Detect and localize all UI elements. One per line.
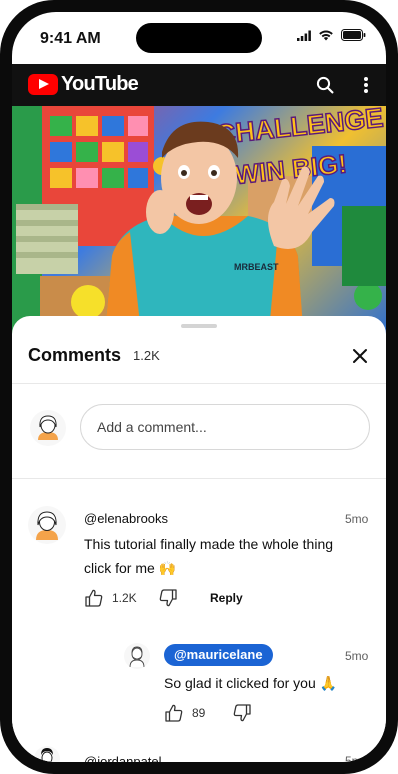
shirt-logo-text: MRBEAST	[234, 262, 279, 272]
close-icon[interactable]	[350, 346, 370, 366]
youtube-play-icon	[28, 74, 58, 95]
screen: 9:41 AM YouTube CHALLENGE WIN BIG! MRBEA…	[12, 12, 386, 762]
comment-text: So glad it clicked for you 🙏	[164, 675, 338, 691]
thumbs-down-icon[interactable]	[232, 703, 252, 723]
dynamic-island	[136, 23, 262, 53]
phone-frame: 9:41 AM YouTube CHALLENGE WIN BIG! MRBEA…	[0, 0, 398, 774]
thumbs-up-icon[interactable]	[84, 588, 104, 608]
reply-button[interactable]: Reply	[210, 591, 243, 605]
more-vert-icon[interactable]	[363, 76, 369, 94]
youtube-logo-text: YouTube	[61, 73, 139, 95]
status-time: 9:41 AM	[40, 30, 101, 47]
add-comment-input[interactable]	[80, 404, 370, 450]
status-icons	[297, 29, 366, 41]
comment-time: 5mo	[345, 649, 369, 663]
search-icon[interactable]	[316, 76, 334, 94]
divider	[12, 478, 386, 479]
commenter-avatar[interactable]	[34, 746, 60, 762]
banner-challenge-text: CHALLENGE	[214, 106, 384, 150]
comments-title: Comments	[28, 345, 122, 365]
thumbs-down-icon[interactable]	[158, 588, 178, 608]
comment-time: 5mo	[345, 512, 369, 526]
comment-text-line1: This tutorial finally made the whole thi…	[84, 536, 334, 552]
youtube-app-bar: YouTube	[12, 64, 386, 106]
like-count: 89	[192, 706, 206, 720]
status-bar: 9:41 AM	[12, 12, 386, 64]
comments-count: 1.2K	[133, 348, 160, 363]
video-thumbnail: CHALLENGE WIN BIG! MRBEAST	[12, 106, 386, 342]
like-count: 1.2K	[112, 591, 137, 605]
comment-author[interactable]: @jordanpatel	[84, 754, 162, 762]
youtube-logo[interactable]: YouTube	[28, 73, 139, 96]
video-player[interactable]: CHALLENGE WIN BIG! MRBEAST	[12, 106, 386, 342]
commenter-avatar[interactable]	[28, 506, 66, 544]
battery-icon	[341, 29, 366, 41]
current-user-avatar	[30, 410, 66, 446]
divider	[12, 383, 386, 384]
signal-icon	[297, 30, 311, 41]
comment-text-line2: click for me 🙌	[84, 560, 177, 576]
comment-author[interactable]: @mauricelane	[164, 644, 273, 666]
commenter-avatar[interactable]	[124, 643, 150, 669]
wifi-icon	[319, 30, 333, 41]
comment-time: 5m	[345, 754, 362, 762]
drag-handle[interactable]	[181, 324, 217, 328]
comment-author[interactable]: @elenabrooks	[84, 511, 168, 526]
comments-sheet: Comments 1.2K Add a comment... @elenabro…	[12, 316, 386, 762]
thumbs-up-icon[interactable]	[164, 703, 184, 723]
